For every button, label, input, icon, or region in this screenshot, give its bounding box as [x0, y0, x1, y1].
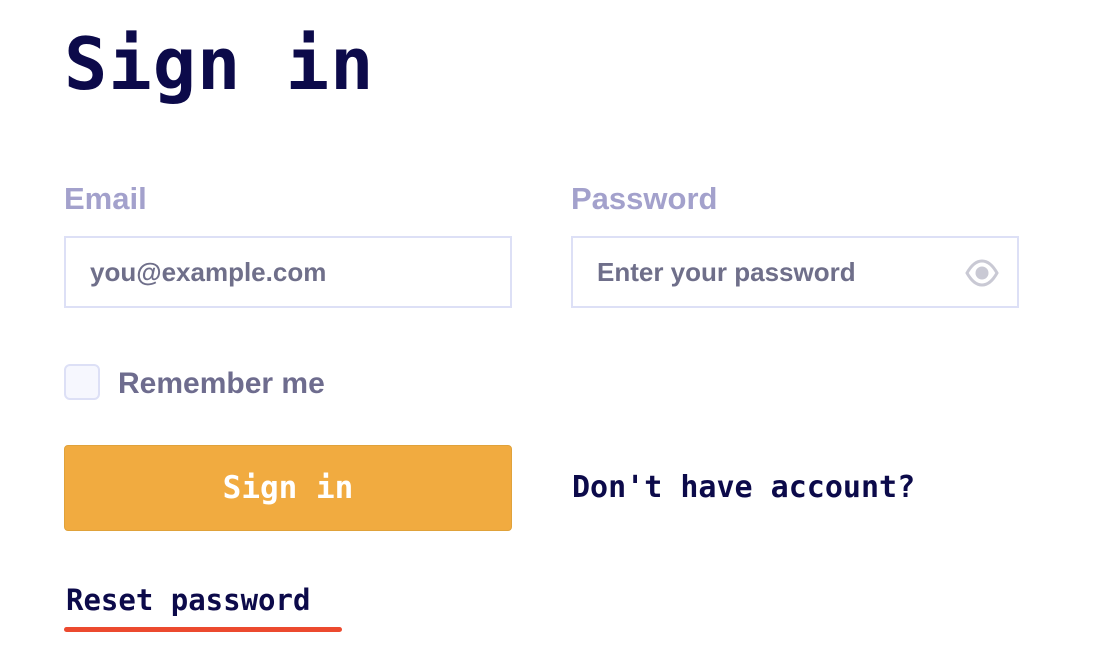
- page-title: Sign in: [64, 22, 375, 106]
- email-field-box[interactable]: [64, 236, 512, 308]
- email-input[interactable]: [66, 238, 510, 306]
- remember-me-checkbox[interactable]: [64, 364, 100, 400]
- password-input[interactable]: [573, 238, 1017, 306]
- password-label: Password: [571, 181, 718, 216]
- reset-password-underline: [64, 627, 342, 632]
- reset-password-link[interactable]: Reset password: [66, 580, 310, 620]
- email-label: Email: [64, 181, 147, 216]
- signup-link[interactable]: Don't have account?: [572, 468, 915, 508]
- remember-me-label[interactable]: Remember me: [118, 364, 325, 404]
- eye-icon[interactable]: [965, 258, 999, 288]
- password-field-box[interactable]: [571, 236, 1019, 308]
- sign-in-button[interactable]: Sign in: [64, 445, 512, 531]
